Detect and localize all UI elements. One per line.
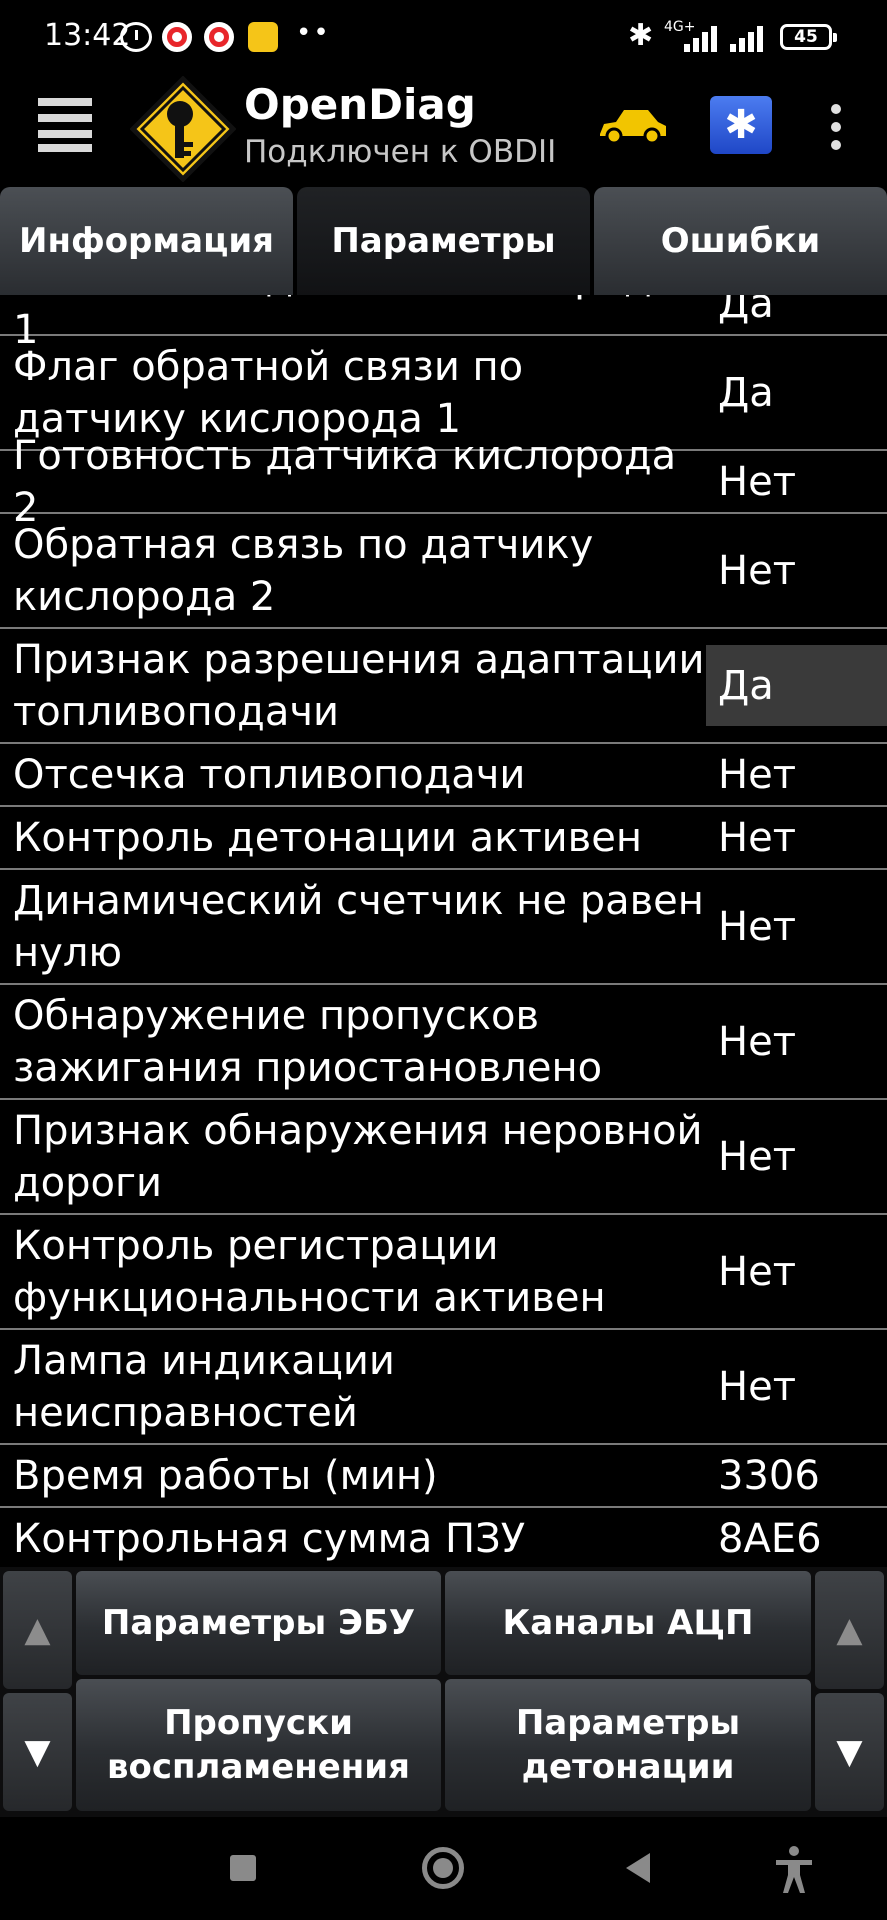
list-item: Обратная связь по датчику кислорода 2 Не…	[0, 514, 887, 629]
parameter-name: Отсечка топливоподачи	[13, 751, 526, 798]
parameter-name: Контрольная сумма ПЗУ	[13, 1515, 526, 1562]
list-item: Время работы (мин) 3306	[0, 1445, 887, 1508]
parameter-value: Нет	[718, 751, 796, 798]
app-bar: OpenDiag Подключен к OBDII ✱	[0, 72, 887, 184]
status-time: 13:42	[44, 18, 131, 53]
parameter-name: Контроль регистрации функциональности ак…	[13, 1222, 606, 1321]
parameter-name: Обратная связь по датчику кислорода 2	[13, 521, 594, 620]
parameter-name: Признак разрешения адаптации топливопода…	[13, 636, 705, 735]
tab-parameters[interactable]: Параметры	[297, 187, 590, 295]
tab-bar: Информация Параметры Ошибки	[0, 187, 887, 295]
parameter-value: 8AE6	[718, 1515, 822, 1562]
lifebuoy-notification-icon	[204, 22, 234, 52]
parameter-name: Время работы (мин)	[13, 1452, 438, 1499]
signal-strength-icon	[730, 24, 774, 52]
accessibility-icon[interactable]	[774, 1845, 814, 1895]
more-notifications-icon: ••	[296, 18, 331, 48]
bottom-button-panel: ▲ Параметры ЭБУ Каналы АЦП ▲ ▼ Пропуски …	[0, 1567, 887, 1817]
parameter-value: Нет	[718, 814, 796, 861]
list-item: Готовность датчика кислорода 2 Нет	[0, 433, 887, 531]
parameter-list[interactable]: Готовность датчика кислорода 1 Да Флаг о…	[0, 295, 887, 1567]
adc-channels-button[interactable]: Каналы АЦП	[445, 1571, 811, 1675]
parameter-name: Обнаружение пропусков зажигания приостан…	[13, 992, 603, 1091]
battery-level: 45	[794, 27, 818, 47]
parameter-name: Признак обнаружения неровной дороги	[13, 1107, 703, 1206]
app-title: OpenDiag	[244, 80, 476, 129]
menu-icon[interactable]	[38, 98, 92, 152]
home-icon[interactable]	[422, 1847, 464, 1889]
alarm-icon	[120, 22, 152, 52]
parameter-value: Да	[718, 295, 774, 327]
scroll-down-left-button[interactable]: ▼	[3, 1693, 72, 1811]
list-item: Динамический счетчик не равен нулю Нет	[0, 870, 887, 985]
status-bar: 13:42 •• ✱ 4G+ 45	[0, 0, 887, 72]
parameter-value: Нет	[718, 547, 796, 594]
list-item: Отсечка топливоподачи Нет	[0, 744, 887, 807]
bluetooth-icon: ✱	[724, 102, 758, 148]
opendiag-notification-icon	[248, 22, 278, 52]
parameter-value: Нет	[718, 458, 796, 505]
scroll-up-right-button[interactable]: ▲	[815, 1571, 884, 1689]
ecu-params-button[interactable]: Параметры ЭБУ	[76, 1571, 441, 1675]
parameter-value: Да	[718, 369, 774, 416]
bluetooth-status-icon: ✱	[628, 18, 654, 53]
connection-status: Подключен к OBDII	[244, 134, 557, 170]
list-item: Обнаружение пропусков зажигания приостан…	[0, 985, 887, 1100]
list-item: Контрольная сумма ПЗУ 8AE6	[0, 1508, 887, 1567]
list-item: Признак разрешения адаптации топливопода…	[0, 629, 887, 744]
parameter-name: Лампа индикации неисправностей	[13, 1337, 395, 1436]
parameter-name: Динамический счетчик не равен нулю	[13, 877, 704, 976]
list-item: Признак обнаружения неровной дороги Нет	[0, 1100, 887, 1215]
opendiag-logo-icon	[130, 76, 236, 182]
parameter-value: Нет	[718, 1133, 796, 1180]
parameter-name: Контроль детонации активен	[13, 814, 642, 861]
signal-strength-icon	[684, 24, 728, 52]
parameter-value-highlighted: Да	[706, 645, 887, 726]
recents-icon[interactable]	[230, 1855, 256, 1881]
tab-errors[interactable]: Ошибки	[594, 187, 887, 295]
car-icon[interactable]	[596, 104, 670, 148]
list-item: Лампа индикации неисправностей Нет	[0, 1330, 887, 1445]
back-icon[interactable]	[626, 1853, 650, 1883]
list-item: Контроль детонации активен Нет	[0, 807, 887, 870]
list-item: Готовность датчика кислорода 1 Да	[0, 295, 887, 353]
knock-params-button[interactable]: Параметры детонации	[445, 1679, 811, 1811]
tab-information[interactable]: Информация	[0, 187, 293, 295]
parameter-value: 3306	[718, 1452, 820, 1499]
bluetooth-connection-button[interactable]: ✱	[710, 96, 772, 154]
system-nav-bar	[0, 1817, 887, 1920]
parameter-value: Нет	[718, 1363, 796, 1410]
battery-icon: 45	[780, 24, 837, 50]
scroll-down-right-button[interactable]: ▼	[815, 1693, 884, 1811]
overflow-menu-icon[interactable]	[826, 102, 846, 152]
list-item: Контроль регистрации функциональности ак…	[0, 1215, 887, 1330]
parameter-value: Нет	[718, 1248, 796, 1295]
lifebuoy-notification-icon	[162, 22, 192, 52]
parameter-value: Нет	[718, 903, 796, 950]
parameter-value: Нет	[718, 1018, 796, 1065]
misfires-button[interactable]: Пропуски воспламенения	[76, 1679, 441, 1811]
scroll-up-left-button[interactable]: ▲	[3, 1571, 72, 1689]
